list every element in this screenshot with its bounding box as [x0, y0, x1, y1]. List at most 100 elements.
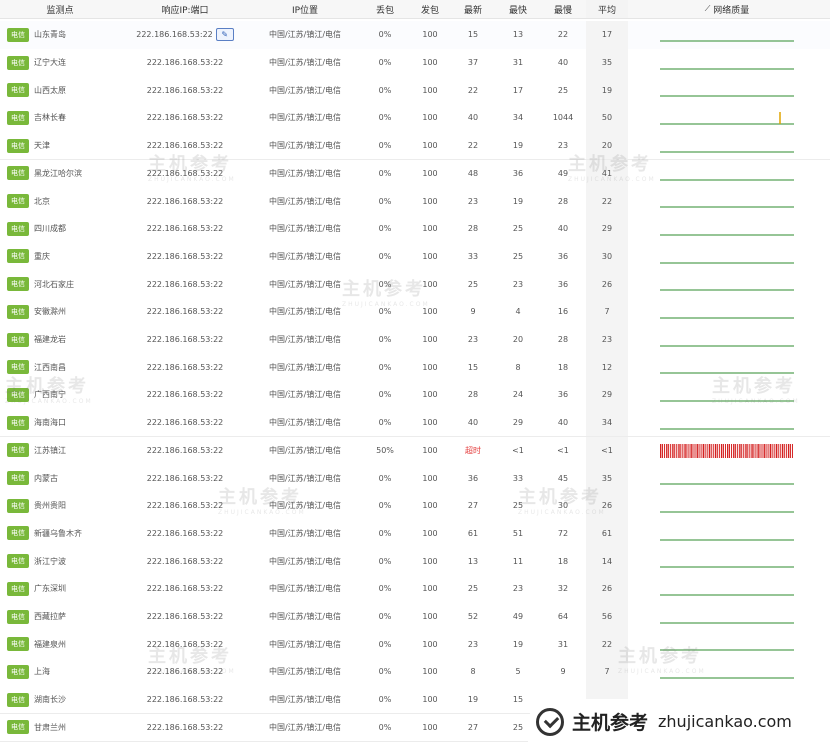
- latest-cell: 15: [453, 353, 493, 381]
- header-sent[interactable]: 发包: [410, 0, 450, 18]
- loss-bar: [739, 443, 741, 458]
- table-row[interactable]: 电信 福建泉州 222.186.168.53:22 中国/江苏/镇江/电信 0% 100 2…: [0, 630, 830, 660]
- header-slowest[interactable]: 最慢: [541, 0, 585, 18]
- header-quality[interactable]: ⟋ 网络质量: [660, 0, 794, 18]
- ip-port-cell-value: 222.186.168.53:22: [146, 362, 224, 372]
- isp-badge: 电信: [7, 55, 29, 70]
- table-row[interactable]: 电信 福建龙岩 222.186.168.53:22 中国/江苏/镇江/电信 0% 100 2…: [0, 325, 830, 355]
- slowest-cell-value: 18: [557, 362, 569, 372]
- quality-sparkline: [660, 553, 794, 569]
- table-row[interactable]: 电信 新疆乌鲁木齐 222.186.168.53:22 中国/江苏/镇江/电信 0% 10…: [0, 519, 830, 549]
- location-cell-value: 中国/江苏/镇江/电信: [268, 113, 342, 123]
- location-cell-value: 中国/江苏/镇江/电信: [268, 418, 342, 428]
- slowest-cell: 49: [541, 160, 585, 188]
- slowest-cell: 28: [541, 326, 585, 354]
- ip-port-cell-value: 222.186.168.53:22: [146, 722, 224, 732]
- average-cell-value: 61: [601, 528, 613, 538]
- latest-cell: 13: [453, 547, 493, 575]
- loss-bar: [684, 443, 686, 458]
- header-ip-port[interactable]: 响应IP:端口: [130, 0, 240, 18]
- sent-cell: 100: [410, 132, 450, 160]
- table-row[interactable]: 电信 浙江宁波 222.186.168.53:22 中国/江苏/镇江/电信 0% 100 1…: [0, 547, 830, 576]
- node-cell: 电信 福建泉州: [0, 630, 132, 658]
- loss-cell: 0%: [365, 492, 405, 520]
- slowest-cell: 28: [541, 187, 585, 215]
- header-latest[interactable]: 最新: [453, 0, 493, 18]
- table-row[interactable]: 电信 辽宁大连 222.186.168.53:22 中国/江苏/镇江/电信 0% 100 3…: [0, 48, 830, 78]
- table-row[interactable]: 电信 吉林长春 222.186.168.53:22 中国/江苏/镇江/电信 0% 100 4…: [0, 104, 830, 133]
- wrench-icon[interactable]: ✎: [215, 28, 234, 42]
- table-row[interactable]: 电信 内蒙古 222.186.168.53:22 中国/江苏/镇江/电信 0% 100 36…: [0, 464, 830, 493]
- slowest-cell: 36: [541, 243, 585, 271]
- sent-cell: 100: [410, 714, 450, 742]
- sent-cell-value: 100: [422, 695, 438, 705]
- slowest-cell-value: 64: [557, 612, 569, 622]
- table-row[interactable]: 电信 安徽滁州 222.186.168.53:22 中国/江苏/镇江/电信 0% 100 9…: [0, 298, 830, 327]
- loss-bar: [708, 443, 711, 458]
- latest-cell: 33: [453, 243, 493, 271]
- average-cell: 35: [586, 48, 628, 77]
- table-row[interactable]: 电信 江西南昌 222.186.168.53:22 中国/江苏/镇江/电信 0% 100 1…: [0, 353, 830, 383]
- average-cell: 23: [586, 325, 628, 354]
- latest-cell-value: 23: [467, 639, 479, 649]
- table-row[interactable]: 电信 贵州贵阳 222.186.168.53:22 中国/江苏/镇江/电信 0% 100 2…: [0, 491, 830, 521]
- location-cell-value: 中国/江苏/镇江/电信: [268, 85, 342, 95]
- header-node[interactable]: 监测点: [0, 0, 120, 18]
- location-cell-value: 中国/江苏/镇江/电信: [268, 528, 342, 538]
- fastest-cell-value: 11: [512, 556, 524, 566]
- slowest-cell-value: 28: [557, 335, 569, 345]
- slowest-cell-value: 16: [557, 307, 569, 317]
- header-loss[interactable]: 丢包: [365, 0, 405, 18]
- loss-cell: 0%: [365, 353, 405, 381]
- table-row[interactable]: 电信 海南海口 222.186.168.53:22 中国/江苏/镇江/电信 0% 100 4…: [0, 408, 830, 438]
- table-row[interactable]: 电信 四川成都 222.186.168.53:22 中国/江苏/镇江/电信 0% 100 2…: [0, 214, 830, 244]
- ip-port-cell-value: 222.186.168.53:22: [146, 667, 224, 677]
- latest-cell-value: 28: [467, 224, 479, 234]
- table-row[interactable]: 电信 江苏镇江 222.186.168.53:22 中国/江苏/镇江/电信 50% 100…: [0, 436, 830, 466]
- loss-bar: [694, 443, 696, 458]
- latest-cell: 15: [453, 21, 493, 49]
- table-row[interactable]: 电信 重庆 222.186.168.53:22 中国/江苏/镇江/电信 0% 100 33 2…: [0, 242, 830, 272]
- location-cell-value: 中国/江苏/镇江/电信: [268, 224, 342, 234]
- table-row[interactable]: 电信 上海 222.186.168.53:22 中国/江苏/镇江/电信 0% 100 8 5 9…: [0, 658, 830, 687]
- ip-port-cell-value: 222.186.168.53:22: [146, 113, 224, 123]
- header-fastest[interactable]: 最快: [497, 0, 539, 18]
- node-cell: 电信 江苏镇江: [0, 437, 132, 465]
- node-cell: 电信 山东青岛: [0, 21, 132, 49]
- slowest-cell-value: 72: [557, 528, 569, 538]
- table-row[interactable]: 电信 山东青岛 222.186.168.53:22 ✎ 中国/江苏/镇江/电信 0% 100…: [0, 21, 830, 50]
- table-row[interactable]: 电信 西藏拉萨 222.186.168.53:22 中国/江苏/镇江/电信 0% 100 5…: [0, 602, 830, 632]
- ip-port-cell: 222.186.168.53:22: [130, 160, 240, 188]
- table-row[interactable]: 电信 广东深圳 222.186.168.53:22 中国/江苏/镇江/电信 0% 100 2…: [0, 575, 830, 604]
- table-row[interactable]: 电信 广西南宁 222.186.168.53:22 中国/江苏/镇江/电信 0% 100 2…: [0, 381, 830, 410]
- location-cell-value: 中国/江苏/镇江/电信: [268, 58, 342, 68]
- ip-port-cell-value: 222.186.168.53:22: [146, 445, 224, 455]
- table-row[interactable]: 电信 河北石家庄 222.186.168.53:22 中国/江苏/镇江/电信 0% 100…: [0, 270, 830, 299]
- loss-bar: [720, 443, 723, 458]
- table-row[interactable]: 电信 天津 222.186.168.53:22 中国/江苏/镇江/电信 0% 100 22 1…: [0, 131, 830, 161]
- table-row[interactable]: 电信 山西太原 222.186.168.53:22 中国/江苏/镇江/电信 0% 100 2…: [0, 76, 830, 106]
- header-average[interactable]: 平均: [586, 0, 628, 18]
- slowest-cell: 18: [541, 547, 585, 575]
- node-name: 山东青岛: [34, 30, 66, 40]
- loss-cell: 0%: [365, 187, 405, 215]
- fastest-cell-value: 33: [512, 473, 524, 483]
- loss-cell-value: 0%: [378, 251, 392, 261]
- location-cell-value: 中国/江苏/镇江/电信: [268, 196, 342, 206]
- sent-cell: 100: [410, 160, 450, 188]
- table-row[interactable]: 电信 黑龙江哈尔滨 222.186.168.53:22 中国/江苏/镇江/电信 0% 10…: [0, 159, 830, 189]
- average-cell-value: 23: [601, 335, 613, 345]
- ip-port-cell-value: 222.186.168.53:22: [146, 556, 224, 566]
- average-cell: 56: [586, 602, 628, 631]
- loss-cell: 0%: [365, 49, 405, 77]
- sent-cell: 100: [410, 520, 450, 548]
- ip-port-cell-value: 222.186.168.53:22: [146, 58, 224, 68]
- latest-cell-value: 25: [467, 279, 479, 289]
- loss-bar: [696, 443, 698, 458]
- table-row[interactable]: 电信 北京 222.186.168.53:22 中国/江苏/镇江/电信 0% 100 23 1…: [0, 187, 830, 216]
- latest-cell-value: 52: [467, 612, 479, 622]
- loss-bar: [789, 443, 791, 458]
- header-location[interactable]: IP位置: [245, 0, 365, 18]
- sent-cell: 100: [410, 409, 450, 437]
- loss-cell: 0%: [365, 575, 405, 603]
